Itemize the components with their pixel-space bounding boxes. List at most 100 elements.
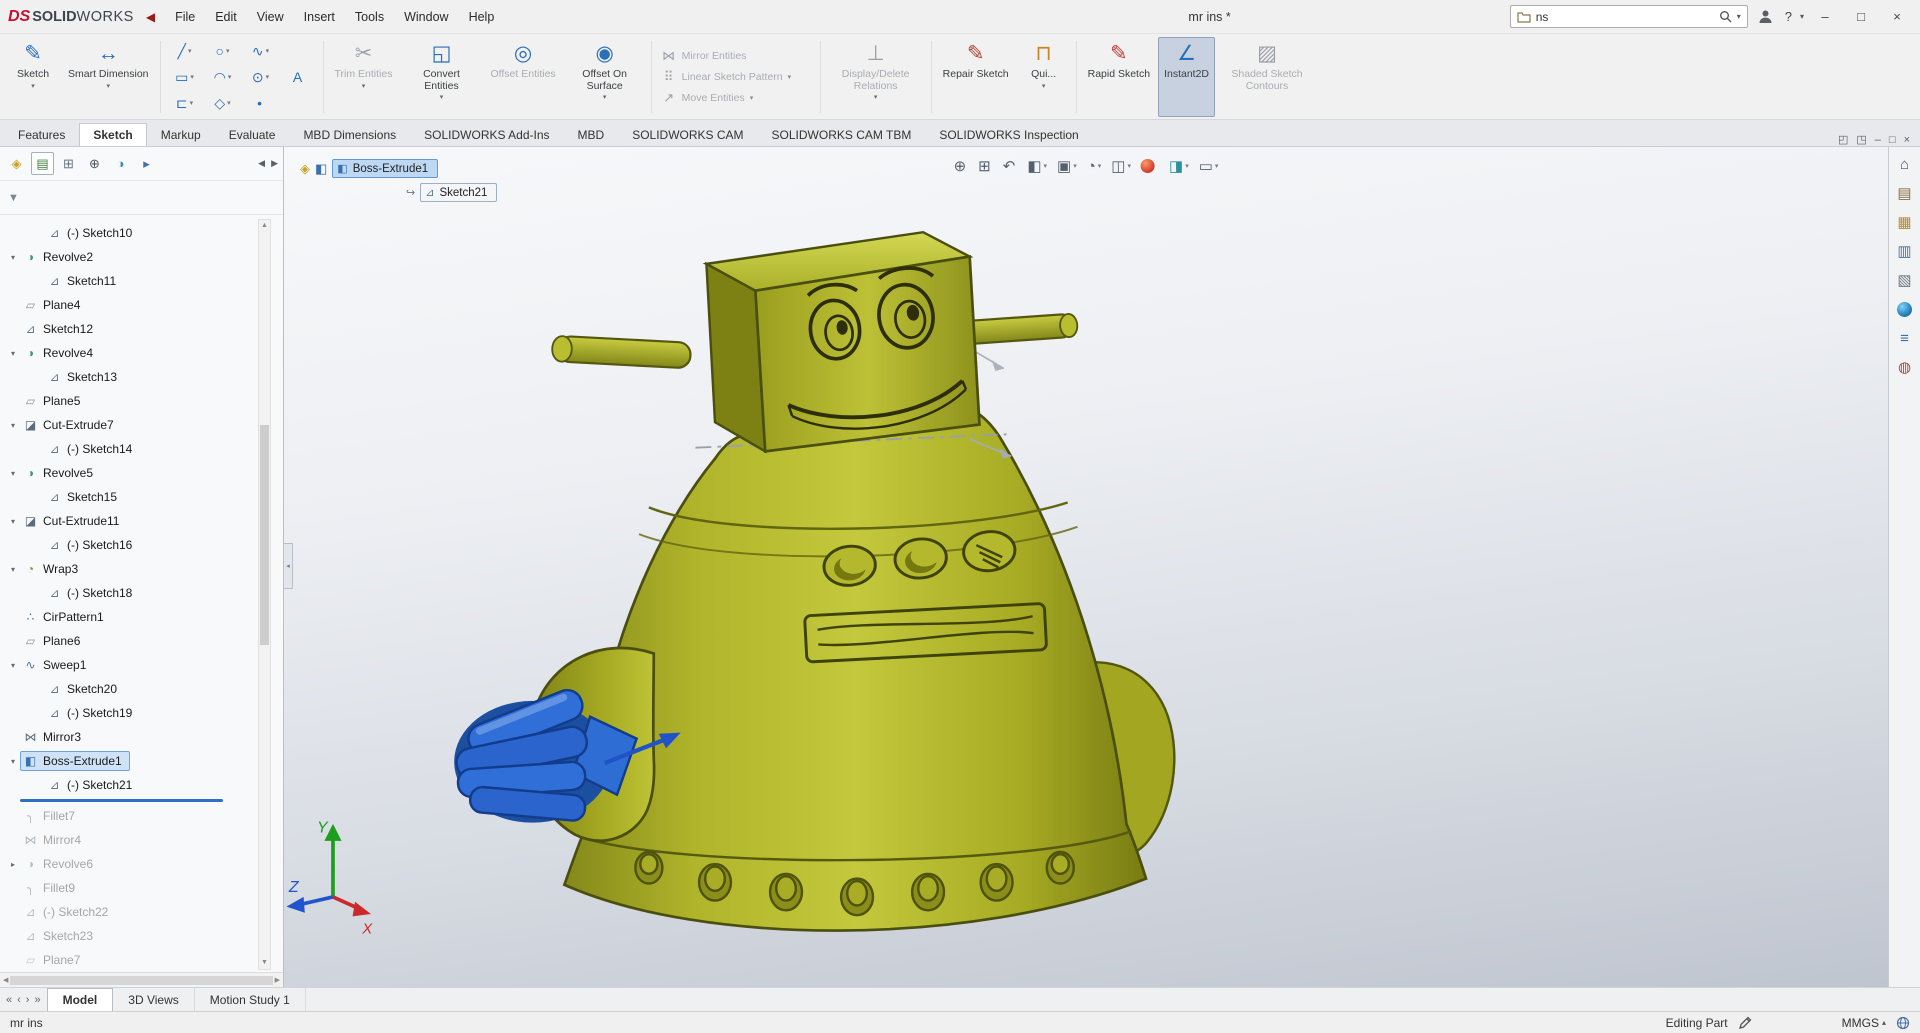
slot-tool[interactable]: ⊏▾: [166, 90, 204, 116]
study-tab[interactable]: Motion Study 1: [195, 988, 306, 1011]
tree-item[interactable]: ⊿ (-) Sketch19: [0, 701, 257, 725]
commandmanager-tab[interactable]: SOLIDWORKS CAM TBM: [758, 123, 926, 146]
smart-dimension-button[interactable]: ↔ Smart Dimension ▾: [62, 37, 155, 117]
menu-item[interactable]: Insert: [294, 6, 345, 28]
tree-item[interactable]: ▸ ◑ Revolve6: [0, 852, 257, 876]
restore-pane-icon[interactable]: □: [1889, 134, 1896, 146]
expand-arrow-icon[interactable]: ▸: [6, 860, 20, 869]
section-view-icon[interactable]: ◧▾: [1024, 155, 1050, 177]
dropdown-caret-icon[interactable]: ▾: [188, 47, 192, 55]
tree-item[interactable]: ⊿ (-) Sketch10: [0, 221, 257, 245]
tree-item[interactable]: ▾ ◔ Wrap3: [0, 557, 257, 581]
scroll-left-icon[interactable]: ◀: [3, 976, 8, 984]
linear-sketch-pattern-button[interactable]: ⠿ Linear Sketch Pattern ▾: [657, 68, 815, 86]
help-caret-icon[interactable]: ▾: [1800, 12, 1804, 21]
commandmanager-tab[interactable]: Features: [4, 123, 79, 146]
menu-item[interactable]: Help: [459, 6, 505, 28]
dock-pane-icon[interactable]: ◳: [1856, 133, 1866, 146]
view-palette-icon[interactable]: ▧: [1897, 273, 1911, 288]
dropdown-caret-icon[interactable]: ▾: [266, 73, 270, 81]
dropdown-caret-icon[interactable]: ▾: [227, 99, 231, 107]
menu-item[interactable]: View: [247, 6, 294, 28]
home-icon[interactable]: ⌂: [1900, 157, 1909, 172]
tree-item[interactable]: ⊿ (-) Sketch22: [0, 900, 257, 924]
tree-horizontal-scrollbar[interactable]: ◀ ▶: [0, 972, 283, 987]
tree-item[interactable]: ⊿ Sketch13: [0, 365, 257, 389]
tree-item[interactable]: ╮ Fillet7: [0, 804, 257, 828]
annotation-pencil-icon[interactable]: [1738, 1016, 1752, 1030]
tree-item[interactable]: ⋈ Mirror3: [0, 725, 257, 749]
tab-scroll-icon[interactable]: ›: [26, 994, 30, 1006]
quick-snaps-button[interactable]: ⊓ Qui... ▾: [1017, 37, 1071, 117]
spline-tool[interactable]: ∿▾: [242, 38, 280, 64]
minimize-pane-icon[interactable]: –: [1875, 134, 1881, 146]
study-tab[interactable]: Model: [47, 988, 114, 1011]
repair-sketch-button[interactable]: ✎ Repair Sketch: [937, 37, 1015, 117]
cam-manager-tab[interactable]: ▸: [135, 152, 158, 175]
mirror-entities-button[interactable]: ⋈ Mirror Entities: [657, 47, 815, 65]
dropdown-caret-icon[interactable]: ▾: [228, 73, 232, 81]
minimize-button[interactable]: –: [1810, 4, 1840, 30]
tab-scroll-icon[interactable]: ‹: [17, 994, 21, 1006]
search-caret-icon[interactable]: ▾: [1737, 12, 1741, 21]
tree-item[interactable]: ⊿ (-) Sketch18: [0, 581, 257, 605]
commandmanager-tab[interactable]: SOLIDWORKS CAM: [618, 123, 757, 146]
units-selector[interactable]: MMGS ▴: [1842, 1016, 1886, 1030]
dropdown-caret-icon[interactable]: ▾: [107, 82, 111, 91]
instant2d-button[interactable]: ∠ Instant2D: [1158, 37, 1215, 117]
dropdown-caret-icon[interactable]: ▾: [190, 99, 194, 107]
rapid-sketch-button[interactable]: ✎ Rapid Sketch: [1082, 37, 1156, 117]
offset-entities-button[interactable]: ◎ Offset Entities: [484, 37, 561, 117]
tree-item[interactable]: ⊿ (-) Sketch14: [0, 437, 257, 461]
convert-entities-button[interactable]: ◱ Convert Entities ▾: [400, 37, 482, 117]
offset-on-surface-button[interactable]: ◉ Offset On Surface ▾: [564, 37, 646, 117]
tree-item[interactable]: ∴ CirPattern1: [0, 605, 257, 629]
tree-item[interactable]: ╮ Fillet9: [0, 876, 257, 900]
expand-arrow-icon[interactable]: ▾: [6, 517, 20, 526]
breadcrumb-sketch-chip[interactable]: ⊿ Sketch21: [420, 183, 497, 202]
view-orientation-icon[interactable]: ▣▾: [1054, 155, 1080, 177]
expand-arrow-icon[interactable]: ▾: [6, 421, 20, 430]
panel-tabs-left-icon[interactable]: ◀: [258, 158, 265, 169]
expand-arrow-icon[interactable]: ▾: [6, 565, 20, 574]
dropdown-caret-icon[interactable]: ▾: [226, 47, 230, 55]
help-button[interactable]: ?: [1783, 9, 1794, 24]
menu-item[interactable]: Window: [394, 6, 458, 28]
circle-tool[interactable]: ○▾: [204, 38, 242, 64]
scrollbar-thumb[interactable]: [260, 425, 269, 645]
scrollbar-thumb[interactable]: [10, 976, 272, 985]
tree-item[interactable]: ▱ Plane6: [0, 629, 257, 653]
polygon-tool[interactable]: ◇▾: [204, 90, 242, 116]
dropdown-caret-icon[interactable]: ▾: [31, 82, 35, 91]
apply-scene-icon[interactable]: ◨▾: [1166, 155, 1192, 177]
tree-item[interactable]: ⊿ Sketch20: [0, 677, 257, 701]
menu-item[interactable]: File: [165, 6, 205, 28]
expand-arrow-icon[interactable]: ▾: [6, 349, 20, 358]
arc-tool[interactable]: ◠▾: [204, 64, 242, 90]
tree-item[interactable]: ▱ Plane4: [0, 293, 257, 317]
tree-item[interactable]: ▾ ◑ Revolve2: [0, 245, 257, 269]
maximize-button[interactable]: □: [1846, 4, 1876, 30]
previous-view-icon[interactable]: ↶: [1000, 155, 1021, 177]
commandmanager-tab[interactable]: Evaluate: [215, 123, 290, 146]
scroll-right-icon[interactable]: ▶: [275, 976, 280, 984]
search-input[interactable]: [1536, 10, 1714, 24]
view-settings-icon[interactable]: ▭▾: [1196, 155, 1222, 177]
tree-item[interactable]: ⊿ Sketch11: [0, 269, 257, 293]
tree-item[interactable]: ⊿ Sketch23: [0, 924, 257, 948]
tree-item[interactable]: ⊿ Sketch12: [0, 317, 257, 341]
scroll-down-icon[interactable]: ▼: [261, 957, 268, 969]
menu-item[interactable]: Tools: [345, 6, 394, 28]
search-box[interactable]: ▾: [1510, 5, 1748, 28]
ellipse-tool[interactable]: ⊙▾: [242, 64, 280, 90]
blank-cell[interactable]: [280, 38, 318, 64]
scroll-up-icon[interactable]: ▲: [261, 220, 268, 232]
graphics-viewport[interactable]: ◈ ◧ ◧ Boss-Extrude1 ↪ ⊿ Sketch21: [284, 147, 1888, 987]
filter-funnel-icon[interactable]: ▼: [8, 192, 19, 204]
tree-filter-row[interactable]: ▼: [0, 181, 283, 215]
shaded-sketch-contours-button[interactable]: ▨ Shaded Sketch Contours: [1217, 37, 1317, 117]
design-library-icon[interactable]: ▦: [1897, 215, 1911, 230]
3dexperience-icon[interactable]: ◍: [1898, 360, 1911, 375]
dimxpertmanager-tab[interactable]: ⊕: [83, 152, 106, 175]
expand-arrow-icon[interactable]: ▾: [6, 469, 20, 478]
